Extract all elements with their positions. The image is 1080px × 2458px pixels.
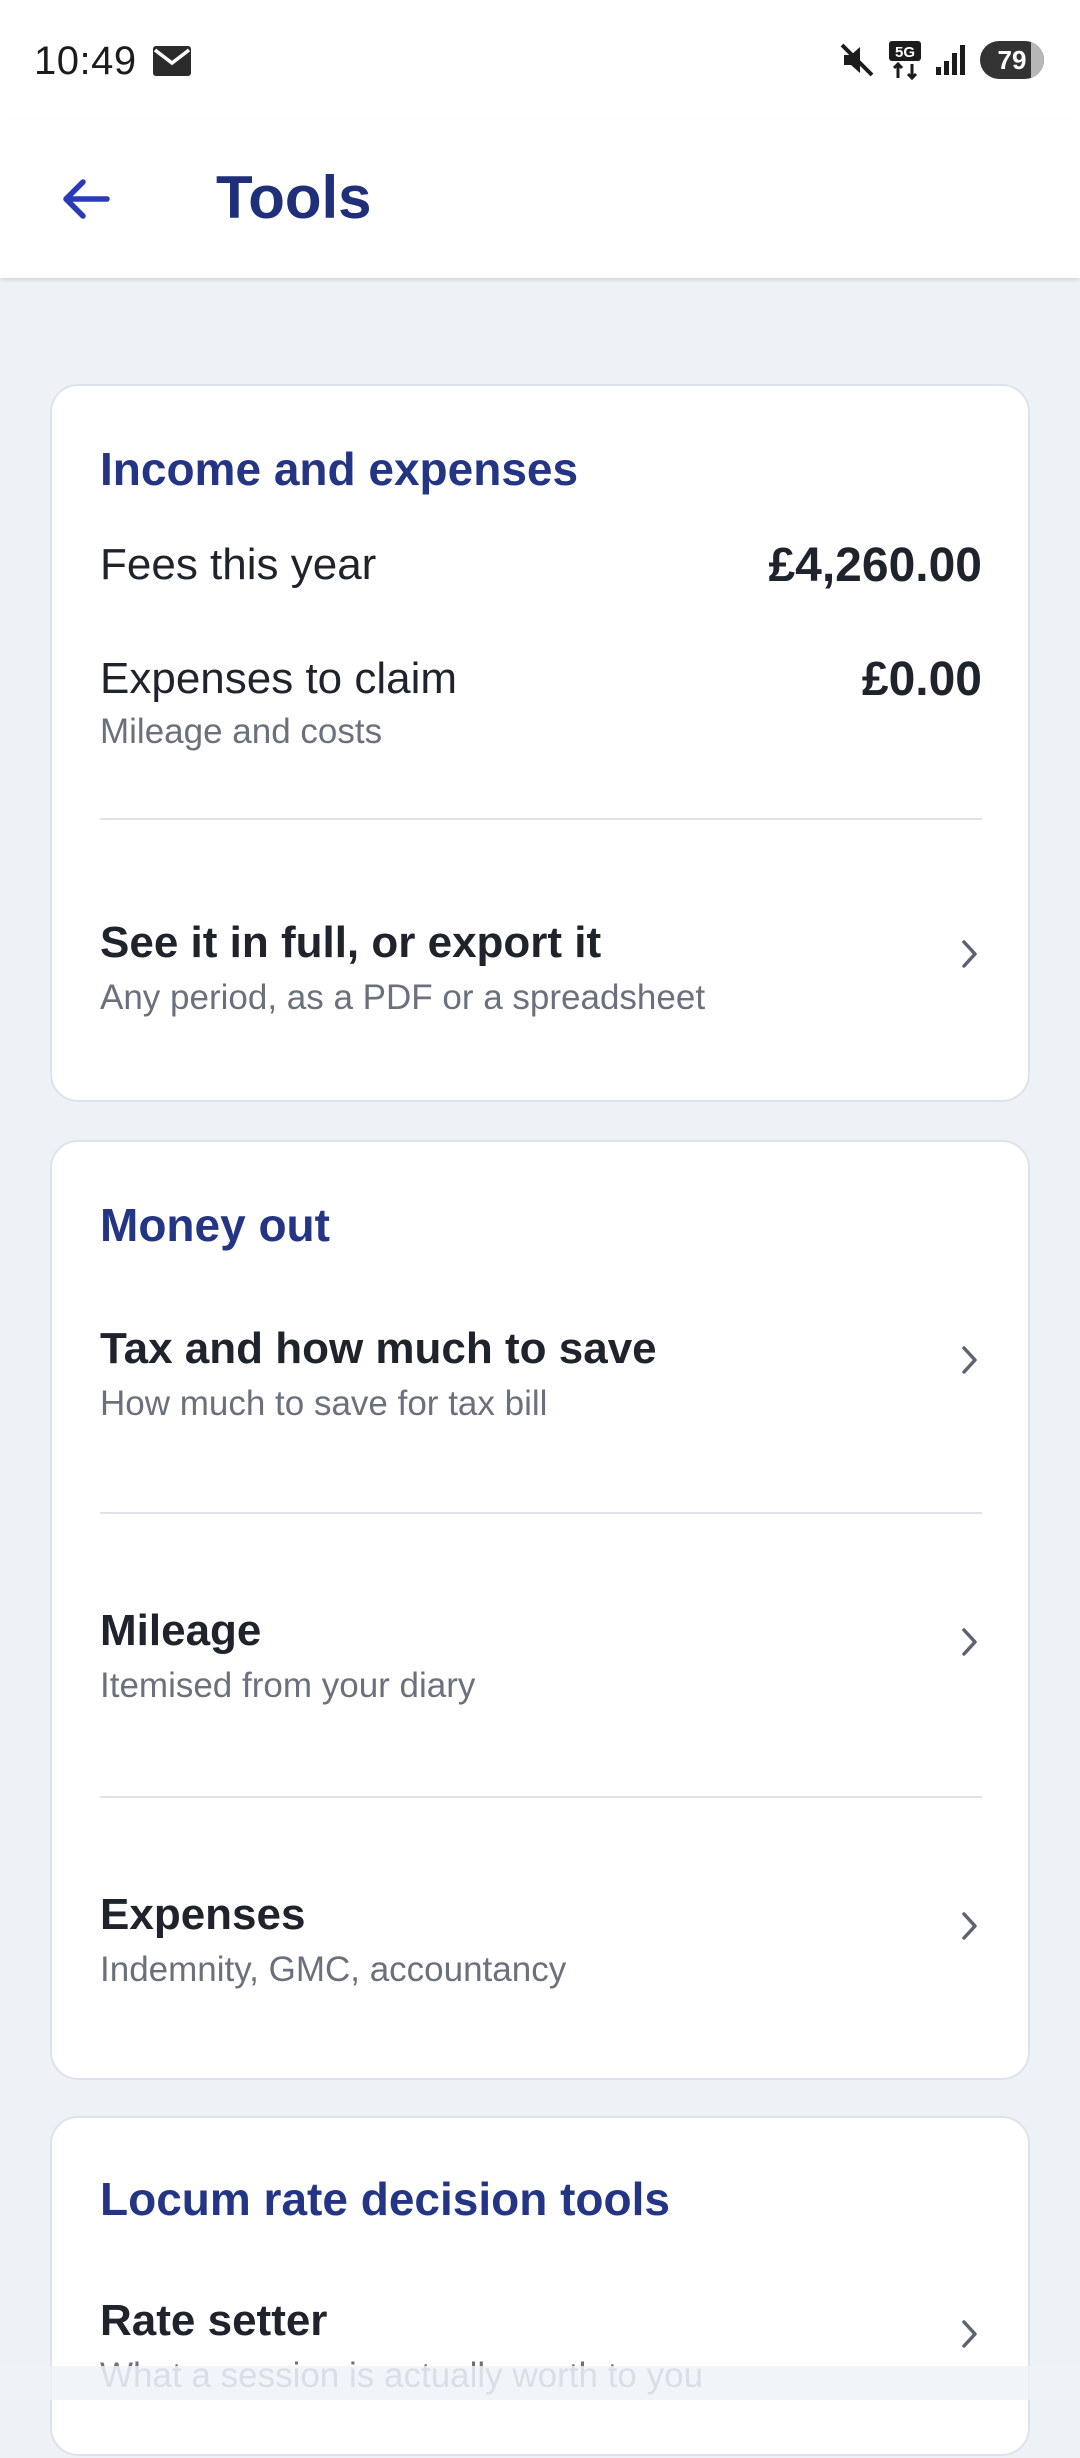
money-out-card: Money out Tax and how much to save How m… <box>50 1140 1030 2080</box>
list-item[interactable]: Mileage Itemised from your diary <box>52 1514 1028 1796</box>
status-time: 10:49 <box>34 39 137 83</box>
list-item-subtitle: Indemnity, GMC, accountancy <box>100 1950 567 1989</box>
export-title: See it in full, or export it <box>100 918 602 967</box>
battery-empty-part <box>1030 41 1044 79</box>
fees-value: £4,260.00 <box>768 539 982 592</box>
battery-indicator: 79 <box>980 41 1044 79</box>
export-row[interactable]: See it in full, or export it Any period,… <box>52 822 1028 1102</box>
expenses-sublabel: Mileage and costs <box>100 712 383 751</box>
locum-rate-card: Locum rate decision tools Rate setter Wh… <box>50 2116 1030 2456</box>
divider <box>100 818 982 820</box>
back-button[interactable] <box>40 154 130 244</box>
list-item-title: Mileage <box>100 1606 262 1655</box>
app-bar: Tools <box>0 120 1080 278</box>
list-item[interactable]: Tax and how much to save How much to sav… <box>52 1282 1028 1512</box>
chevron-right-icon <box>962 940 977 968</box>
signal-icon <box>936 45 965 75</box>
svg-text:5G: 5G <box>895 44 915 61</box>
list-item-title: Rate setter <box>100 2296 328 2345</box>
chevron-right-icon <box>962 1628 977 1656</box>
chevron-right-icon <box>962 1346 977 1374</box>
list-item-subtitle: How much to save for tax bill <box>100 1384 548 1423</box>
export-subtitle: Any period, as a PDF or a spreadsheet <box>100 978 706 1017</box>
list-item[interactable]: Expenses Indemnity, GMC, accountancy <box>52 1798 1028 2080</box>
status-bar: 10:49 5G 79 <box>0 0 1080 120</box>
bottom-fade <box>0 2366 1080 2400</box>
card-title: Locum rate decision tools <box>100 2173 670 2225</box>
list-item-subtitle: Itemised from your diary <box>100 1666 476 1705</box>
mail-icon <box>153 46 191 76</box>
mute-icon <box>840 43 874 77</box>
card-title: Money out <box>100 1199 330 1251</box>
arrow-left-icon <box>63 179 110 219</box>
expenses-label: Expenses to claim <box>100 654 458 703</box>
battery-level: 79 <box>997 44 1027 75</box>
card-title: Income and expenses <box>100 443 579 495</box>
status-icons: 5G 79 <box>838 38 1044 82</box>
expenses-value: £0.00 <box>861 653 982 706</box>
fees-label: Fees this year <box>100 540 377 589</box>
list-item-title: Expenses <box>100 1890 306 1939</box>
5g-icon: 5G <box>889 41 921 80</box>
page-title: Tools <box>216 164 372 231</box>
list-item-title: Tax and how much to save <box>100 1324 657 1373</box>
income-expenses-card: Income and expenses Fees this year £4,26… <box>50 384 1030 1102</box>
list-item[interactable]: Rate setter What a session is actually w… <box>52 2258 1028 2458</box>
chevron-right-icon <box>962 2320 977 2348</box>
chevron-right-icon <box>962 1912 977 1940</box>
